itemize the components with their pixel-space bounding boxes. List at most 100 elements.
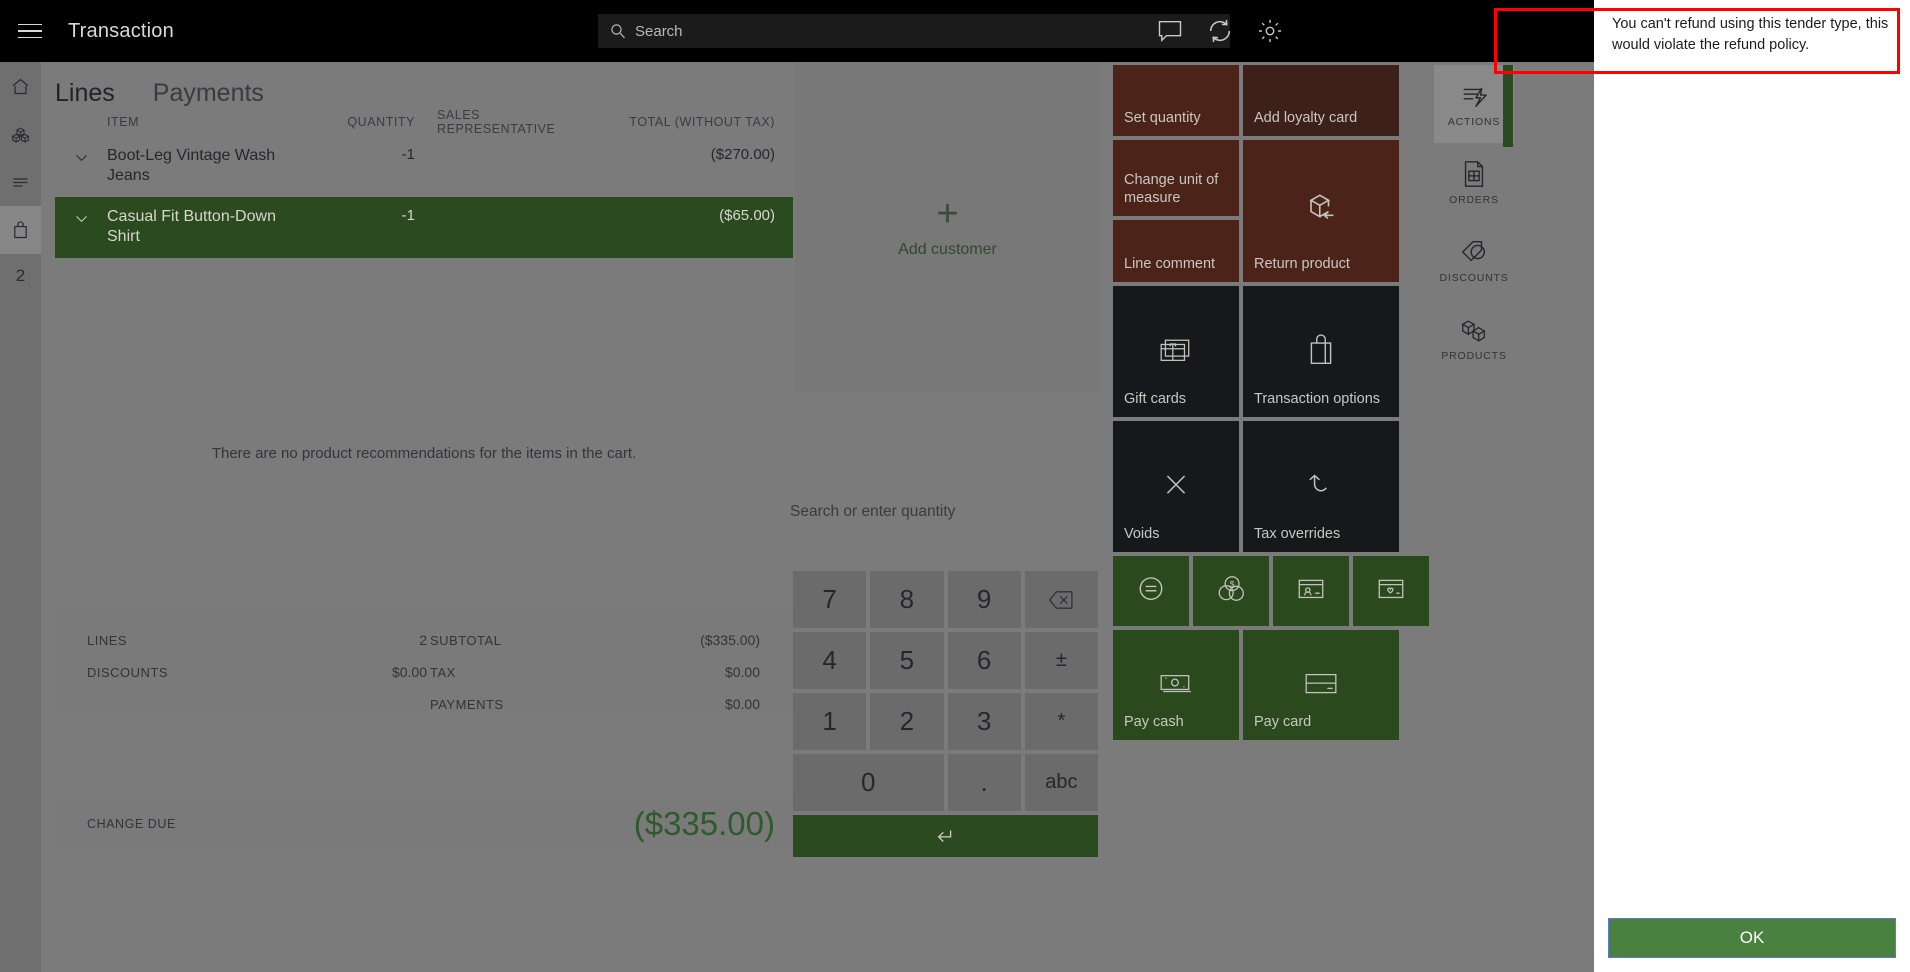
key-decimal[interactable]: . [947,754,1021,811]
tile-label: Voids [1124,525,1160,542]
line-item-name: Boot-Leg Vintage Wash Jeans [107,147,276,185]
tab-lines[interactable]: Lines [55,79,115,108]
tile-label: Gift cards [1124,390,1187,407]
tile-gift-cards[interactable]: Gift cards [1113,286,1239,417]
nav-item-products[interactable]: PRODUCTS [1434,299,1514,377]
tile-pay-cash[interactable]: Pay cash [1113,630,1239,740]
key-abc[interactable]: abc [1024,754,1098,811]
tab-payments[interactable]: Payments [153,79,264,108]
tile-equals[interactable] [1113,556,1189,626]
nav-label: PRODUCTS [1441,349,1507,362]
line-item-name: Casual Fit Button-Down Shirt [107,207,276,246]
add-customer-card[interactable]: + Add customer [795,62,1100,392]
totals-value: ($335.00) [700,632,760,648]
action-tile-grid: Set quantity Add loyalty card Change uni… [1113,65,1430,744]
equals-circle-icon [1113,574,1189,604]
key-enter[interactable] [793,815,1098,857]
column-item: ITEM [107,115,140,129]
key-2[interactable]: 2 [870,693,944,750]
ok-button[interactable]: OK [1608,918,1896,958]
key-1[interactable]: 1 [793,693,867,750]
rail-item-cart[interactable] [0,206,41,254]
global-search-input[interactable]: Search [598,14,1230,48]
tile-pay-card[interactable]: Pay card [1243,630,1399,740]
numeric-keypad: 7 8 9 4 5 6 ± 1 2 3 * 0 . abc [793,571,1098,861]
chevron-down-icon[interactable] [55,207,107,227]
tile-tax-overrides[interactable]: Tax overrides [1243,421,1399,552]
totals-right-column: SUBTOTAL ($335.00) TAX $0.00 PAYMENTS $0… [430,624,760,720]
hamburger-icon[interactable] [8,23,52,39]
refund-policy-dialog: You can't refund using this tender type,… [1594,0,1910,972]
tile-row: Set quantity Add loyalty card [1113,65,1430,136]
tile-return-product[interactable]: Return product [1243,140,1399,282]
tile-row: Change unit of measure Line comment Retu… [1113,140,1430,282]
key-plus-minus[interactable]: ± [1024,632,1098,689]
tile-loyalty[interactable] [1353,556,1429,626]
key-3[interactable]: 3 [947,693,1021,750]
tile-set-quantity[interactable]: Set quantity [1113,65,1239,136]
key-6[interactable]: 6 [947,632,1021,689]
lines-column-header: ITEM QUANTITY SALES REPRESENTATIVE TOTAL… [55,108,793,136]
tile-row: Voids Tax overrides [1113,421,1430,552]
tile-add-loyalty-card[interactable]: Add loyalty card [1243,65,1399,136]
line-item-total: ($65.00) [719,206,775,224]
transaction-lines-panel: ITEM QUANTITY SALES REPRESENTATIVE TOTAL… [55,108,793,258]
search-placeholder: Search [635,22,683,40]
totals-row-lines: LINES 2 [87,624,427,656]
nav-item-actions[interactable]: ACTIONS [1434,65,1514,143]
key-5[interactable]: 5 [870,632,944,689]
pos-main-area: Transaction Search 2 Lines Payments ITEM… [0,0,1594,972]
nav-label: ORDERS [1449,193,1499,206]
key-9[interactable]: 9 [947,571,1021,628]
discounts-icon [1461,240,1486,261]
tile-line-comment[interactable]: Line comment [1113,220,1239,282]
add-customer-label: Add customer [898,241,997,258]
lines-payments-tabs: Lines Payments [55,62,264,108]
chevron-down-icon[interactable] [55,146,107,166]
key-asterisk[interactable]: * [1024,693,1098,750]
rail-item-inventory[interactable] [0,110,41,158]
backspace-icon[interactable] [1024,571,1098,628]
settings-gear-icon[interactable] [1256,17,1284,45]
column-quantity: QUANTITY [347,115,415,129]
products-icon [1461,319,1486,342]
tile-label: Change unit of measure [1124,172,1219,206]
line-item-quantity: -1 [401,206,415,224]
page-title: Transaction [68,19,174,42]
line-item-total: ($270.00) [710,146,775,163]
nav-item-discounts[interactable]: DISCOUNTS [1434,221,1514,299]
enter-icon [937,830,951,842]
key-8[interactable]: 8 [870,571,944,628]
dialog-message: You can't refund using this tender type,… [1612,16,1889,54]
key-0[interactable]: 0 [793,754,944,811]
nav-item-orders[interactable]: ORDERS [1434,143,1514,221]
tile-change-unit-of-measure[interactable]: Change unit of measure [1113,140,1239,216]
rail-item-home[interactable] [0,62,41,110]
search-icon [611,24,625,39]
loyalty-card-icon [1353,576,1429,602]
table-row[interactable]: Boot-Leg Vintage Wash Jeans -1 ($270.00) [55,136,793,197]
rail-item-list[interactable] [0,158,41,206]
tile-label: Pay cash [1124,713,1184,730]
product-search-input[interactable]: Search or enter quantity [790,492,1100,532]
totals-value: $0.00 [724,664,760,680]
transaction-totals: LINES 2 DISCOUNTS $0.00 SUBTOTAL ($335.0… [55,608,793,713]
undo-arrow-icon [1243,469,1399,499]
tile-currency[interactable]: $ [1193,556,1269,626]
tile-voids[interactable]: Voids [1113,421,1239,552]
totals-label: LINES [87,632,128,648]
key-4[interactable]: 4 [793,632,867,689]
nav-label: ACTIONS [1447,115,1501,128]
customer-card-icon [1273,576,1349,602]
shopping-bag-icon [1243,333,1399,365]
totals-label: TAX [430,664,456,680]
feedback-icon[interactable] [1156,17,1184,45]
tile-transaction-options[interactable]: Transaction options [1243,286,1399,417]
sync-icon[interactable] [1206,17,1234,45]
key-7[interactable]: 7 [793,571,867,628]
tile-label: Add loyalty card [1254,109,1358,126]
tile-label: Tax overrides [1254,525,1341,542]
totals-value: 2 [419,632,427,648]
table-row[interactable]: Casual Fit Button-Down Shirt -1 ($65.00) [55,196,793,258]
tile-customer-account[interactable] [1273,556,1349,626]
